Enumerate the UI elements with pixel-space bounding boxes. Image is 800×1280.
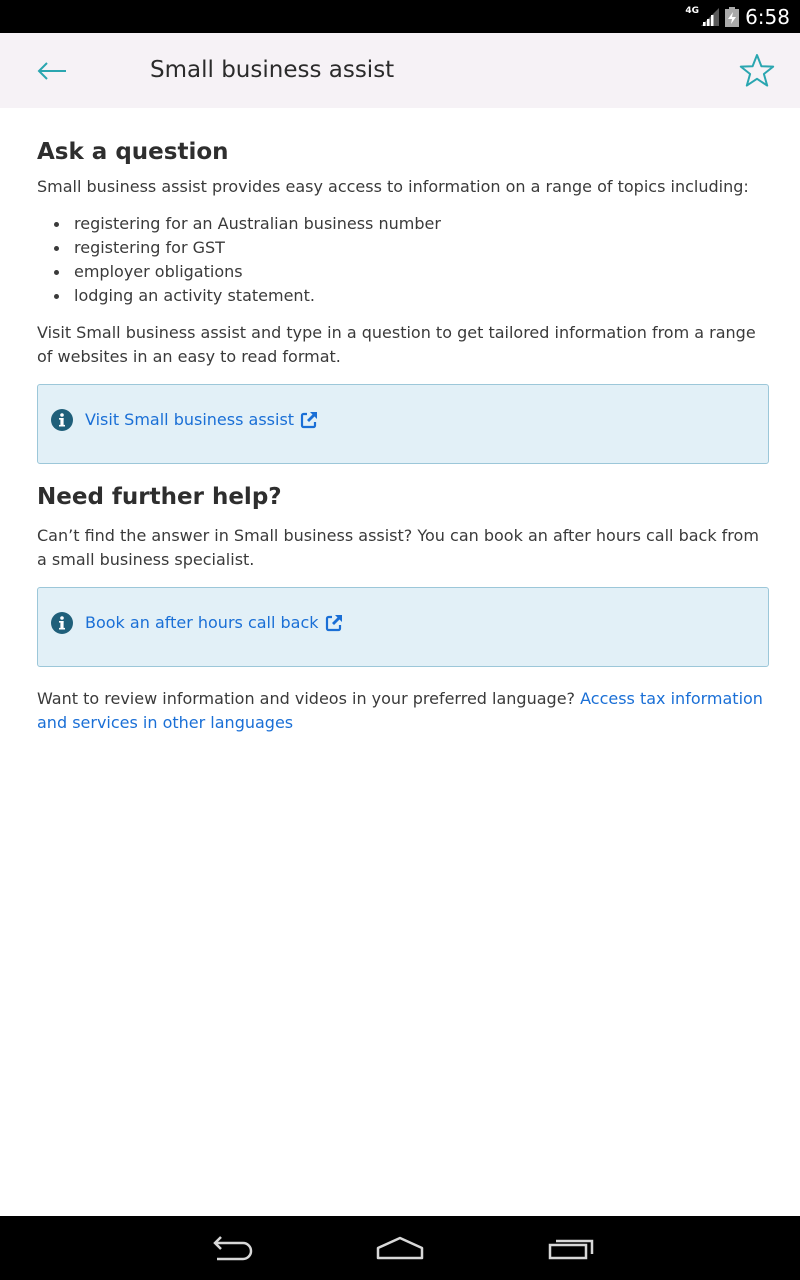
page-title: Small business assist xyxy=(150,57,395,83)
network-type-label: 4G xyxy=(685,5,700,16)
favorite-button[interactable] xyxy=(736,50,778,92)
back-button[interactable] xyxy=(28,51,76,91)
list-item: lodging an activity statement. xyxy=(37,284,763,308)
external-link-icon xyxy=(300,411,318,428)
nav-home-icon xyxy=(376,1236,424,1260)
nav-back-button[interactable] xyxy=(200,1228,260,1268)
nav-recent-apps-icon xyxy=(548,1239,594,1260)
external-link-icon xyxy=(325,614,342,631)
list-item: registering for an Australian business n… xyxy=(37,212,763,236)
battery-icon xyxy=(725,6,740,27)
main-content: Ask a question Small business assist pro… xyxy=(0,108,800,735)
book-call-back-link[interactable]: Book an after hours call back xyxy=(85,613,343,632)
section-heading-help: Need further help? xyxy=(37,484,282,510)
signal-icon xyxy=(701,7,720,26)
info-icon xyxy=(51,409,73,431)
intro-text: Small business assist provides easy acce… xyxy=(37,177,749,196)
list-item: registering for GST xyxy=(37,236,763,260)
help-text: Can’t find the answer in Small business … xyxy=(37,526,759,569)
info-icon xyxy=(51,612,73,634)
info-box-visit: Visit Small business assist xyxy=(37,384,769,464)
callback-link-label: Book an after hours call back xyxy=(85,613,319,632)
system-nav-bar xyxy=(0,1216,800,1280)
section-heading-ask: Ask a question xyxy=(37,139,229,165)
app-bar: Small business assist xyxy=(0,33,800,108)
info-box-callback: Book an after hours call back xyxy=(37,587,769,667)
visit-link-label: Visit Small business assist xyxy=(85,410,295,429)
list-item: employer obligations xyxy=(37,260,763,284)
topic-list: registering for an Australian business n… xyxy=(37,212,763,308)
visit-small-business-assist-link[interactable]: Visit Small business assist xyxy=(85,410,318,429)
clock: 6:58 xyxy=(745,4,790,29)
star-outline-icon xyxy=(739,54,775,87)
arrow-back-icon xyxy=(37,62,66,80)
nav-home-button[interactable] xyxy=(370,1228,430,1268)
visit-text: Visit Small business assist and type in … xyxy=(37,323,756,366)
status-bar: 4G 6:58 xyxy=(0,0,800,33)
nav-back-icon xyxy=(213,1236,253,1261)
nav-recent-apps-button[interactable] xyxy=(541,1228,601,1268)
language-text: Want to review information and videos in… xyxy=(37,687,763,735)
language-text-body: Want to review information and videos in… xyxy=(37,689,581,708)
